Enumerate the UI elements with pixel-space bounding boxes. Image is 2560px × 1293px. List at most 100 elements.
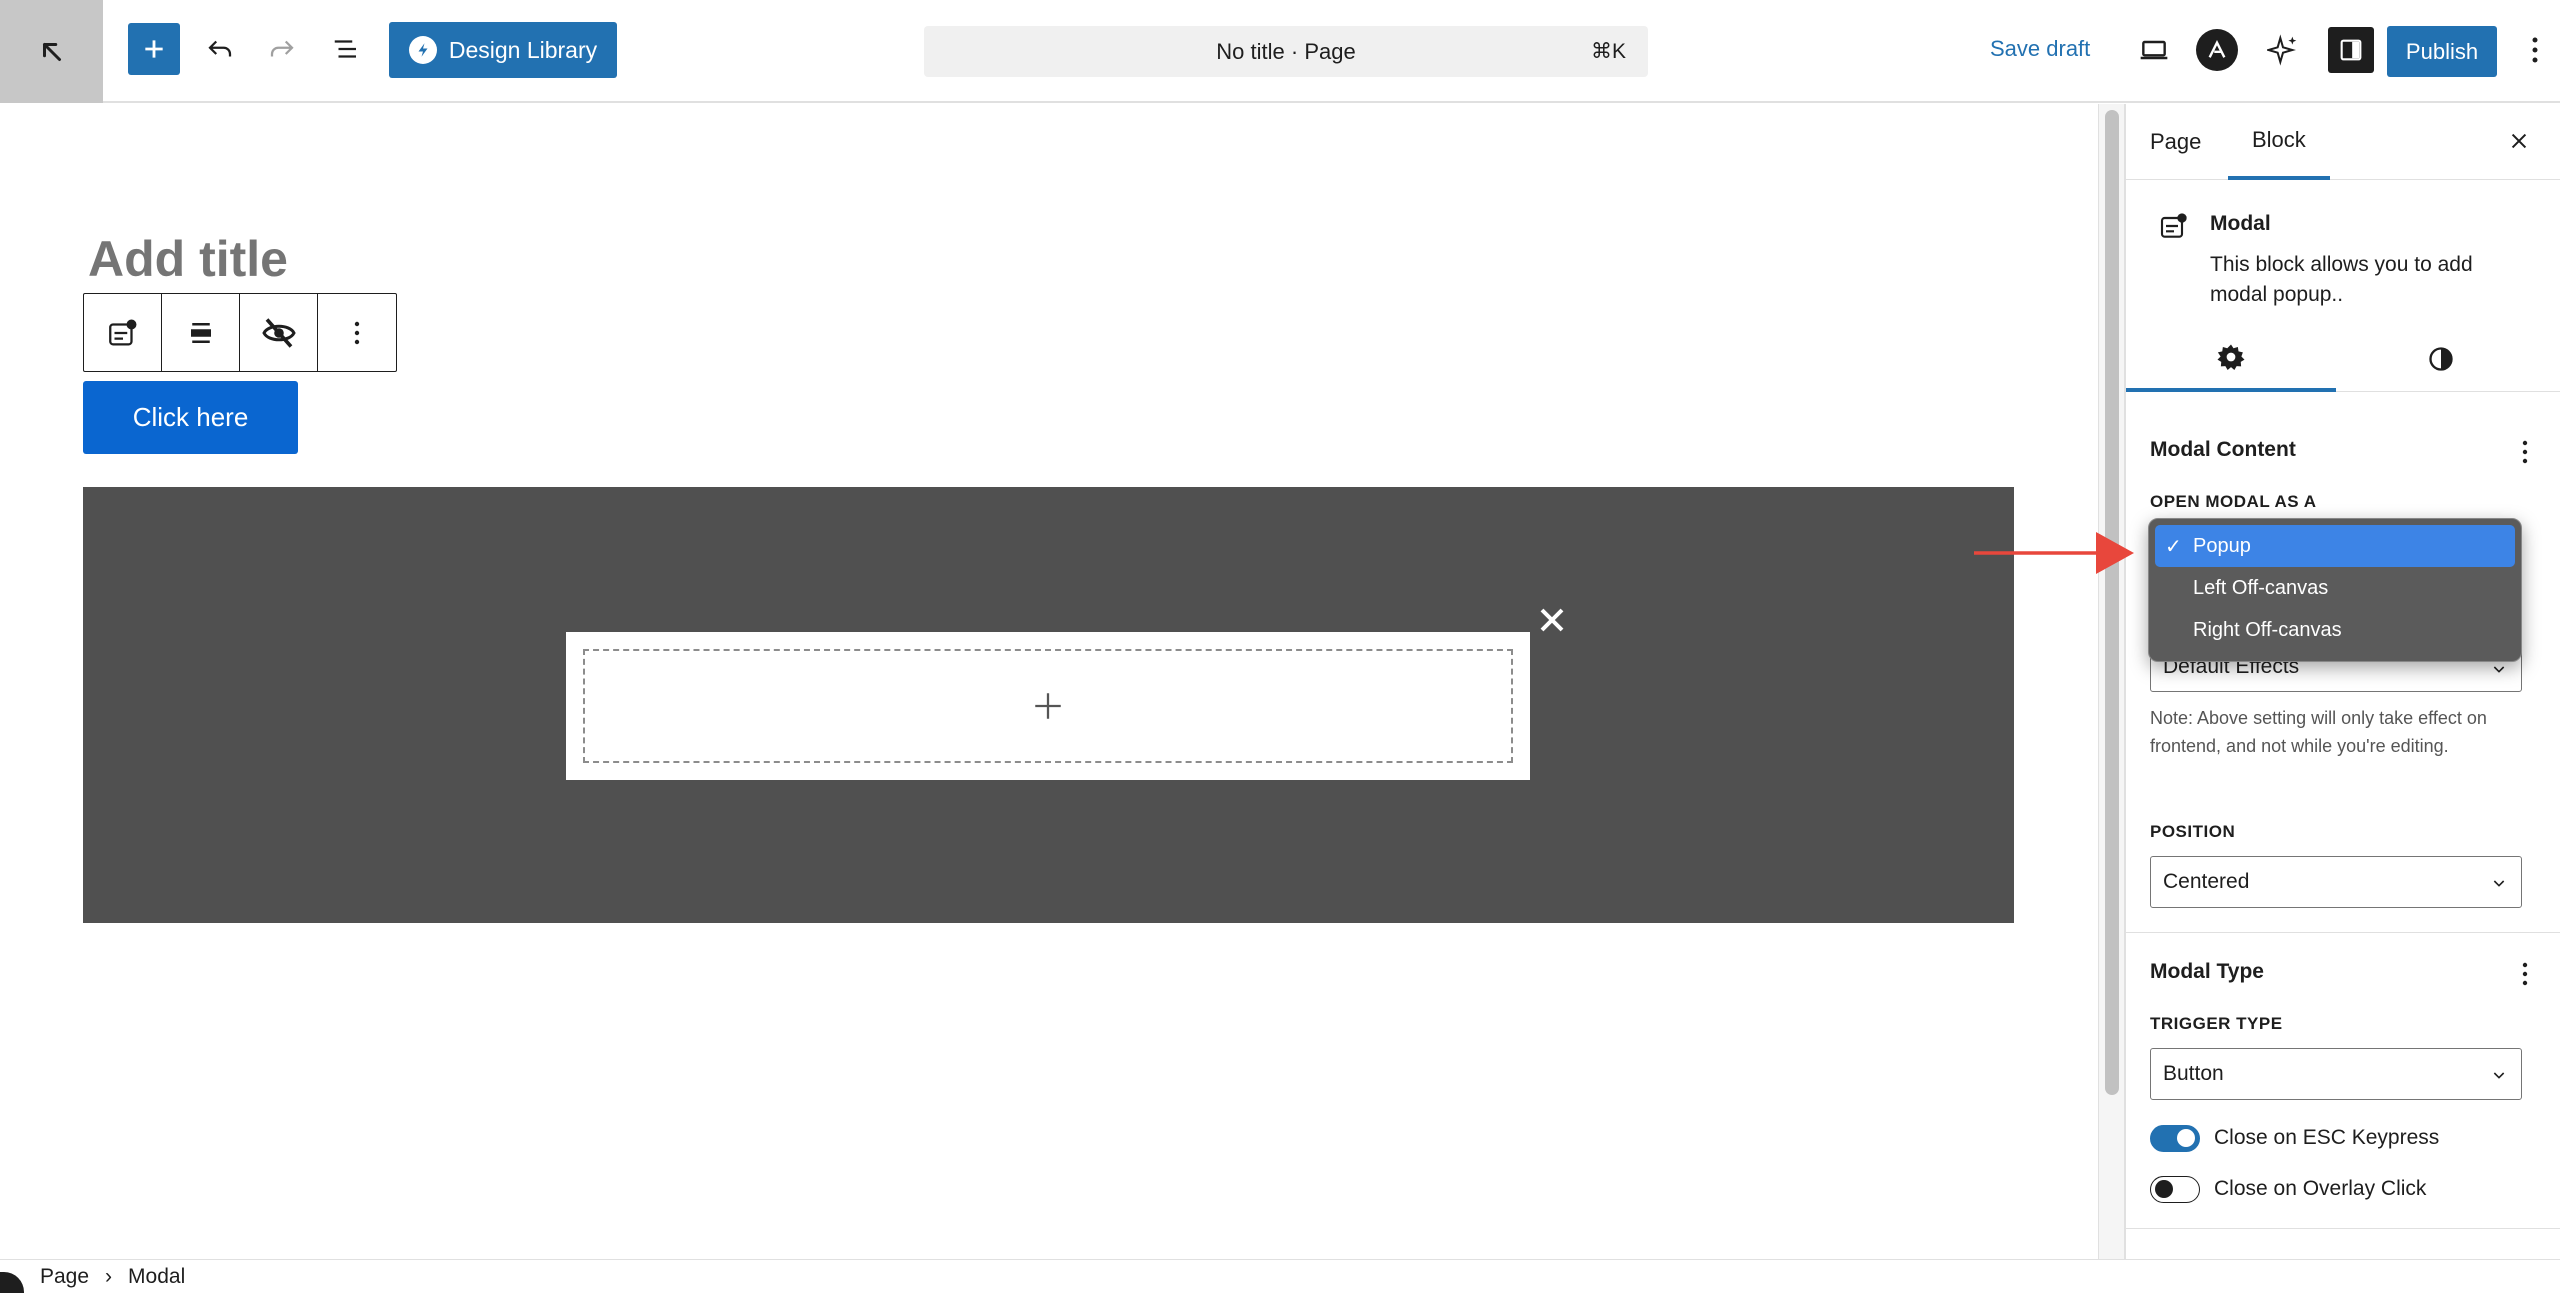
toggle-row-esc[interactable]: Close on ESC Keypress — [2150, 1123, 2439, 1153]
gear-icon — [2217, 344, 2245, 370]
checkmark-icon: ✓ — [2165, 536, 2182, 558]
toggle-row-overlay[interactable]: Close on Overlay Click — [2150, 1174, 2426, 1204]
block-appender[interactable] — [583, 649, 1513, 763]
chevron-down-icon — [2493, 1072, 2505, 1079]
modal-block-icon — [2154, 206, 2194, 246]
close-on-esc-toggle[interactable] — [2150, 1124, 2200, 1152]
ai-assistant-button[interactable] — [2260, 27, 2306, 73]
tab-block[interactable]: Block — [2228, 104, 2330, 180]
breadcrumb-item-modal[interactable]: Modal — [128, 1265, 185, 1289]
settings-sidebar: Page Block Modal This block allows you t… — [2124, 104, 2560, 1259]
post-title-input[interactable]: Add title — [88, 230, 288, 288]
annotation-arrow-icon — [1974, 532, 2134, 574]
close-on-overlay-toggle[interactable] — [2150, 1175, 2200, 1203]
trigger-type-value: Button — [2163, 1062, 2224, 1085]
option-label: Popup — [2193, 534, 2251, 557]
redo-button[interactable] — [258, 25, 306, 73]
chevron-down-icon — [2493, 880, 2505, 887]
laptop-icon — [2140, 40, 2168, 60]
panel-title-modal-content[interactable]: Modal Content — [2150, 438, 2296, 462]
modal-block-icon — [108, 319, 136, 345]
breadcrumb-separator: › — [105, 1264, 113, 1288]
redo-icon — [270, 40, 294, 57]
preview-button[interactable] — [2131, 27, 2177, 73]
more-vertical-icon — [2522, 440, 2528, 464]
panel-options-button[interactable] — [2510, 956, 2540, 992]
undo-icon — [208, 40, 232, 57]
open-modal-as-dropdown[interactable]: ✓ Popup Left Off-canvas Right Off-canvas — [2148, 518, 2522, 662]
chevron-down-icon — [2493, 666, 2505, 673]
block-name: Modal — [2210, 212, 2271, 235]
dropdown-option-left-offcanvas[interactable]: Left Off-canvas — [2155, 567, 2515, 609]
editor-canvas: Add title Click here — [0, 104, 2098, 1259]
block-options-button[interactable] — [318, 294, 396, 371]
modal-overlay-preview — [83, 487, 2014, 923]
scrollbar-thumb[interactable] — [2105, 110, 2119, 1095]
eye-slash-icon — [261, 317, 296, 348]
block-description: This block allows you to add modal popup… — [2210, 253, 2473, 306]
plus-icon — [145, 40, 163, 58]
plus-icon — [1035, 693, 1061, 719]
more-vertical-icon — [2522, 962, 2528, 986]
block-type-switcher[interactable] — [84, 294, 162, 371]
tab-block-styles[interactable] — [2336, 326, 2546, 392]
document-title: No title · Page — [1216, 38, 1356, 64]
position-select[interactable]: Centered — [2150, 856, 2522, 908]
option-label: Left Off-canvas — [2193, 576, 2329, 599]
tab-block-settings[interactable] — [2126, 326, 2336, 392]
toggle-label: Close on Overlay Click — [2214, 1177, 2427, 1200]
option-label: Right Off-canvas — [2193, 618, 2342, 641]
open-modal-as-label: OPEN MODAL AS A — [2150, 492, 2317, 511]
modal-content-box — [566, 632, 1530, 780]
align-button[interactable] — [162, 294, 240, 371]
dropdown-option-right-offcanvas[interactable]: Right Off-canvas — [2155, 609, 2515, 651]
canvas-scrollbar[interactable] — [2098, 104, 2124, 1259]
design-library-button[interactable]: Design Library — [389, 22, 617, 78]
astra-logo-icon — [2208, 40, 2226, 58]
design-library-label: Design Library — [448, 36, 598, 63]
block-breadcrumb: Page › Modal — [0, 1259, 2560, 1293]
save-draft-button[interactable]: Save draft — [1990, 36, 2090, 62]
toggle-label: Close on ESC Keypress — [2214, 1126, 2440, 1149]
astra-settings-button[interactable] — [2196, 29, 2238, 71]
stackable-logo-icon — [408, 36, 437, 64]
sidebar-tabs: Page Block — [2126, 104, 2560, 180]
block-toolbar — [83, 293, 397, 372]
sparkles-icon — [2267, 34, 2297, 66]
sidebar-icon — [2340, 39, 2362, 61]
more-vertical-icon — [2532, 37, 2538, 63]
trigger-type-select[interactable]: Button — [2150, 1048, 2522, 1100]
dropdown-option-popup[interactable]: ✓ Popup — [2155, 525, 2515, 567]
modal-close-button[interactable] — [1529, 597, 1575, 643]
contrast-icon — [2429, 347, 2453, 371]
panel-divider — [2126, 1228, 2560, 1229]
more-vertical-icon — [354, 321, 360, 344]
arrow-up-left-icon — [42, 42, 61, 61]
panel-options-button[interactable] — [2510, 434, 2540, 470]
panel-title-modal-type[interactable]: Modal Type — [2150, 960, 2264, 984]
shortcut-hint: ⌘K — [1590, 40, 1626, 63]
close-icon — [1540, 608, 1564, 632]
breadcrumb-item-page[interactable]: Page — [40, 1265, 89, 1289]
trigger-type-label: TRIGGER TYPE — [2150, 1014, 2283, 1033]
undo-button[interactable] — [196, 25, 244, 73]
publish-button[interactable]: Publish — [2387, 26, 2497, 77]
command-palette-bar[interactable]: No title · Page ⌘K — [924, 26, 1648, 77]
frontend-note: Note: Above setting will only take effec… — [2150, 708, 2487, 756]
back-to-dashboard-button[interactable] — [0, 0, 103, 103]
settings-sidebar-toggle[interactable] — [2328, 27, 2374, 73]
position-value: Centered — [2163, 870, 2250, 893]
close-icon — [2511, 133, 2527, 149]
close-sidebar-button[interactable] — [2498, 120, 2540, 162]
modal-trigger-button[interactable]: Click here — [83, 381, 298, 454]
tab-page[interactable]: Page — [2126, 104, 2225, 180]
block-inserter-button[interactable] — [128, 23, 180, 75]
align-wide-icon — [190, 322, 211, 343]
panel-divider — [2126, 932, 2560, 933]
document-overview-button[interactable] — [322, 25, 370, 73]
list-view-icon — [334, 40, 356, 58]
position-label: POSITION — [2150, 822, 2236, 841]
block-inspector-tabs — [2126, 326, 2560, 392]
options-menu-button[interactable] — [2520, 27, 2550, 73]
toggle-visibility-button[interactable] — [240, 294, 318, 371]
